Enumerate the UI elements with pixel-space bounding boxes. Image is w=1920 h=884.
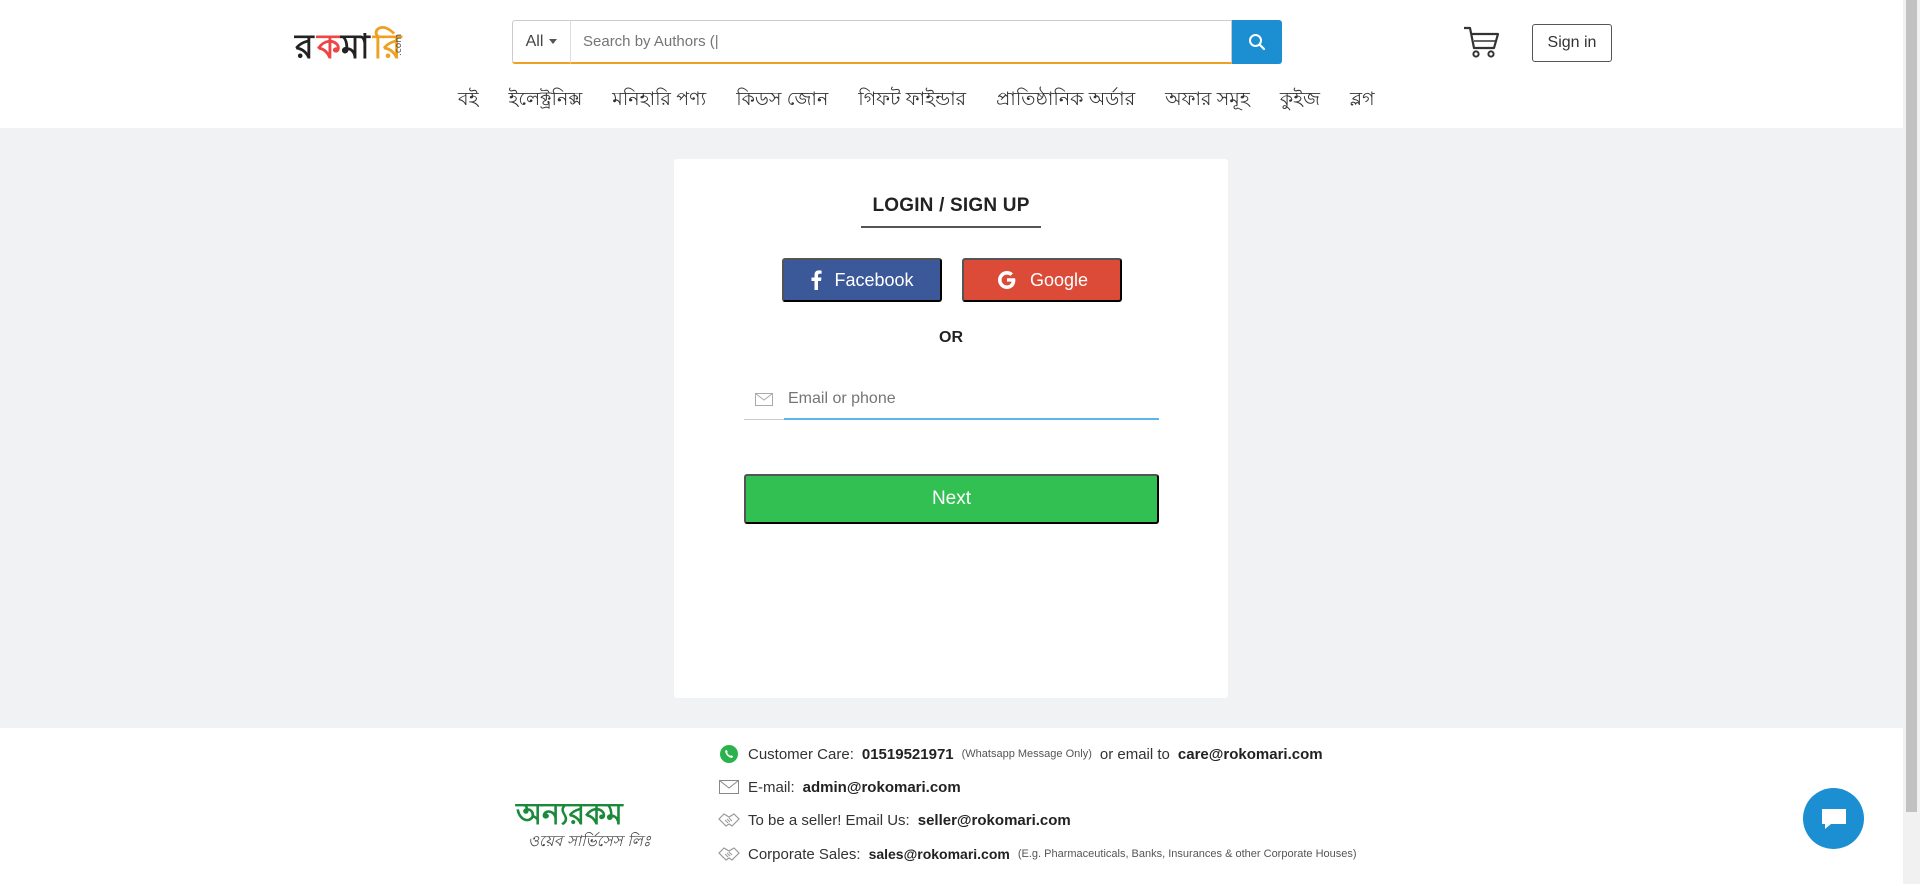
care-email-link[interactable]: care@rokomari.com xyxy=(1178,746,1323,763)
svg-text:ক: ক xyxy=(316,27,342,66)
footer-seller: To be a seller! Email Us: seller@rokomar… xyxy=(718,810,1071,830)
google-login-button[interactable]: Google xyxy=(962,258,1122,302)
whatsapp-icon xyxy=(718,744,740,764)
envelope-icon xyxy=(718,777,740,797)
google-label: Google xyxy=(1029,269,1089,290)
admin-email-link[interactable]: admin@rokomari.com xyxy=(803,779,961,796)
rokomari-logo[interactable]: র ক মা রি .com xyxy=(293,18,405,66)
nav-item-kids-zone[interactable]: কিডস জোন xyxy=(736,80,828,120)
footer-corporate: Corporate Sales: sales@rokomari.com (E.g… xyxy=(718,844,1357,864)
svg-text:.com: .com xyxy=(394,34,404,56)
nav-item-electronics[interactable]: ইলেক্ট্রনিক্স xyxy=(508,80,582,120)
search-icon xyxy=(1249,34,1266,51)
cart-icon[interactable] xyxy=(1462,24,1500,60)
search-button[interactable] xyxy=(1232,20,1282,64)
search-input[interactable] xyxy=(571,20,1232,64)
facebook-label: Facebook xyxy=(834,269,914,290)
search-bar: All xyxy=(512,20,1282,64)
footer-email: E-mail: admin@rokomari.com xyxy=(718,777,961,797)
corporate-email-link[interactable]: sales@rokomari.com xyxy=(869,846,1010,862)
next-button[interactable]: Next xyxy=(744,474,1159,524)
nav-item-gift-finder[interactable]: গিফট ফাইন্ডার xyxy=(858,80,966,120)
corporate-label: Corporate Sales: xyxy=(748,845,861,863)
nav-item-offers[interactable]: অফার সমূহ xyxy=(1165,80,1250,120)
seller-label: To be a seller! Email Us: xyxy=(748,811,910,829)
chat-button[interactable] xyxy=(1803,788,1864,849)
seller-email-link[interactable]: seller@rokomari.com xyxy=(918,812,1071,829)
nav-item-quiz[interactable]: কুইজ xyxy=(1280,80,1320,120)
title-underline xyxy=(861,226,1041,228)
footer-customer-care: Customer Care: 01519521971 (Whatsapp Mes… xyxy=(718,744,1323,764)
nav-item-stationery[interactable]: মনিহারি পণ্য xyxy=(612,80,706,120)
envelope-icon-box xyxy=(744,380,784,420)
email-or-phone-input[interactable] xyxy=(784,380,1159,420)
corporate-note: (E.g. Pharmaceuticals, Banks, Insurances… xyxy=(1017,848,1357,860)
email-label: E-mail: xyxy=(748,778,795,796)
login-card: LOGIN / SIGN UP Facebook Google OR Next xyxy=(674,159,1228,698)
facebook-login-button[interactable]: Facebook xyxy=(782,258,942,302)
handshake-icon xyxy=(718,810,740,830)
nav-item-institutional-order[interactable]: প্রাতিষ্ঠানিক অর্ডার xyxy=(996,80,1135,120)
svg-text:র: র xyxy=(294,27,315,66)
handshake-icon xyxy=(718,844,740,864)
envelope-icon xyxy=(755,393,773,406)
scrollbar-thumb[interactable] xyxy=(1906,0,1917,812)
page-scrollbar[interactable] xyxy=(1903,0,1920,884)
or-email-label: or email to xyxy=(1099,745,1170,763)
email-field-row xyxy=(744,380,1159,420)
onnorokom-logo[interactable]: অন্যরকম ওয়েব সার্ভিসেস লিঃ xyxy=(512,788,672,852)
chevron-down-icon xyxy=(549,39,558,44)
customer-care-label: Customer Care: xyxy=(748,745,854,763)
login-title: LOGIN / SIGN UP xyxy=(872,195,1030,216)
footer-logo-subtext: ওয়েব সার্ভিসেস লিঃ xyxy=(528,831,652,850)
nav-item-blog[interactable]: ব্লগ xyxy=(1350,80,1375,120)
search-category-dropdown[interactable]: All xyxy=(512,20,571,64)
chat-bubble-icon xyxy=(1821,808,1846,829)
or-separator: OR xyxy=(939,329,963,346)
site-footer: অন্যরকম ওয়েব সার্ভিসেস লিঃ Customer Car… xyxy=(0,728,1903,884)
footer-logo-text: অন্যরকম xyxy=(515,797,624,832)
main-nav: বই ইলেক্ট্রনিক্স মনিহারি পণ্য কিডস জোন গ… xyxy=(0,80,1903,120)
google-icon xyxy=(997,271,1016,289)
signin-button[interactable]: Sign in xyxy=(1532,24,1612,62)
nav-item-books[interactable]: বই xyxy=(458,80,478,120)
customer-care-phone[interactable]: 01519521971 xyxy=(862,746,954,763)
facebook-icon xyxy=(811,270,823,290)
search-category-label: All xyxy=(525,32,544,50)
customer-care-note: (Whatsapp Message Only) xyxy=(961,748,1092,760)
svg-text:মা: মা xyxy=(340,27,371,66)
site-header: র ক মা রি .com All Sign in বই ইলেক্ট্রনি… xyxy=(0,0,1903,128)
